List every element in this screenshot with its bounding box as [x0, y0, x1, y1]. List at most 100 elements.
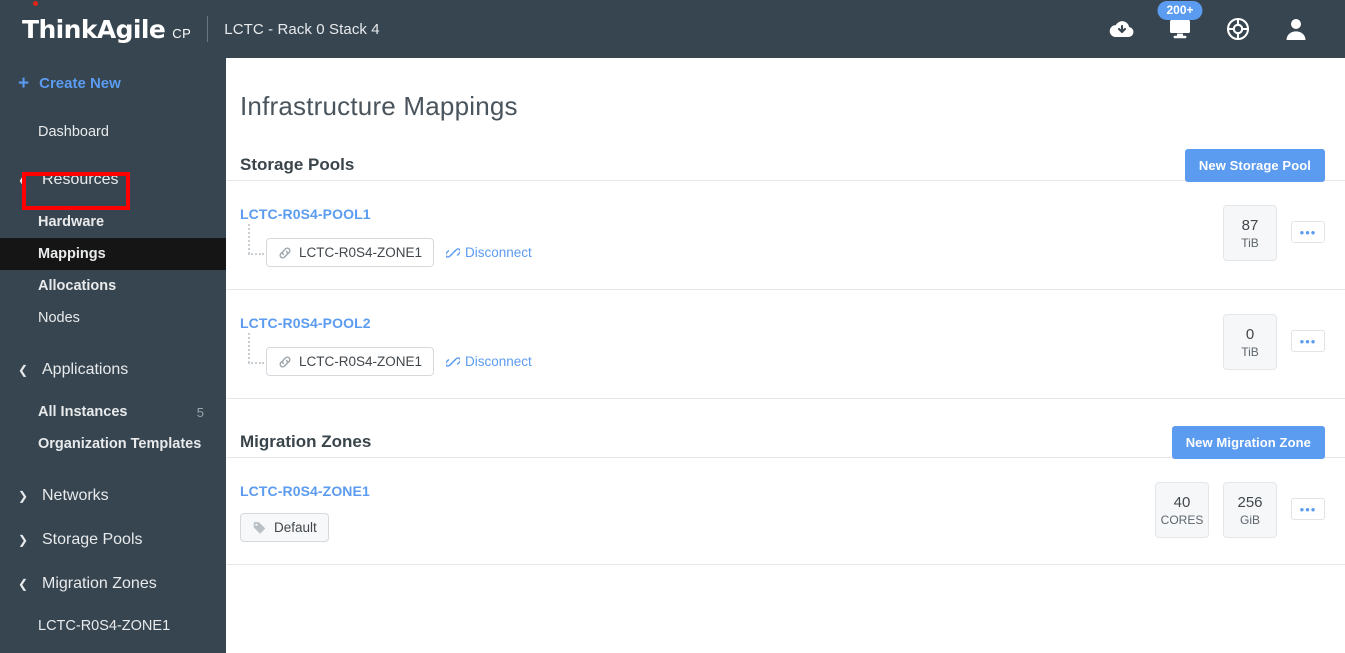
header-divider	[207, 16, 209, 42]
all-instances-count: 5	[196, 404, 204, 420]
tag-icon	[253, 521, 266, 534]
sidebar-item-label: Nodes	[38, 310, 80, 326]
row-stats: 87 TiB •••	[1223, 203, 1325, 261]
stat-value: 256	[1237, 493, 1263, 511]
disconnect-label: Disconnect	[465, 354, 532, 369]
monitor-notifications-icon[interactable]: 200+	[1157, 1, 1203, 45]
kebab-dots-icon: •••	[1299, 333, 1317, 349]
plus-icon: +	[18, 72, 30, 94]
cores-stat-box: 40 CORES	[1155, 482, 1209, 538]
sidebar-item-allocations[interactable]: Allocations	[0, 270, 226, 302]
row-stats: 40 CORES 256 GiB •••	[1155, 480, 1325, 538]
tree-connector-vertical	[248, 333, 250, 363]
divider	[226, 564, 1345, 565]
brand-logo[interactable]: ThinkAgile CP	[0, 1, 192, 44]
create-new-button[interactable]: + Create New	[0, 58, 226, 108]
chevron-down-icon: ❮	[18, 363, 29, 377]
sidebar-item-label: LCTC-R0S4-ZONE1	[38, 618, 171, 634]
sidebar-item-organization-templates[interactable]: Organization Templates	[0, 428, 226, 460]
storage-pools-section-header: Storage Pools New Storage Pool	[226, 122, 1345, 182]
sidebar-item-label: Dashboard	[38, 124, 109, 140]
sidebar-group-networks[interactable]: ❯ Networks	[0, 478, 226, 514]
migration-zone-chip[interactable]: LCTC-R0S4-ZONE1	[266, 238, 435, 267]
storage-pool-name-link[interactable]: LCTC-R0S4-POOL1	[240, 206, 1223, 222]
row-details: LCTC-R0S4-POOL2 LCTC-R0S4-ZONE1 Disconne…	[240, 312, 1223, 376]
sidebar-item-label: Mappings	[38, 246, 106, 262]
sidebar-group-label: Networks	[42, 487, 109, 504]
sidebar-item-nodes[interactable]: Nodes	[0, 302, 226, 334]
storage-pool-name-link[interactable]: LCTC-R0S4-POOL2	[240, 315, 1223, 331]
sidebar-item-mappings[interactable]: Mappings	[0, 238, 226, 270]
user-avatar-icon[interactable]	[1281, 13, 1311, 45]
sidebar-group-migration-zones[interactable]: ❮ Migration Zones	[0, 566, 226, 602]
section-title: Migration Zones	[240, 432, 372, 451]
lifebuoy-help-icon[interactable]	[1223, 13, 1253, 45]
chevron-right-icon: ❯	[18, 533, 29, 547]
sidebar-group-label: Migration Zones	[42, 575, 157, 592]
link-icon	[279, 356, 291, 367]
row-details: LCTC-R0S4-ZONE1 Default	[240, 480, 1155, 542]
disconnect-link[interactable]: Disconnect	[446, 354, 532, 369]
row-menu-button[interactable]: •••	[1291, 498, 1325, 520]
sidebar-item-hardware[interactable]: Hardware	[0, 206, 226, 238]
sidebar-item-all-instances[interactable]: All Instances 5	[0, 396, 226, 428]
top-header-bar: ThinkAgile CP LCTC - Rack 0 Stack 4 200+	[0, 0, 1345, 58]
stat-unit: TiB	[1241, 344, 1259, 359]
header-context-label: LCTC - Rack 0 Stack 4	[224, 20, 380, 38]
sidebar-item-label: Hardware	[38, 214, 105, 230]
new-migration-zone-button[interactable]: New Migration Zone	[1171, 425, 1325, 459]
section-title: Storage Pools	[240, 155, 355, 174]
broken-link-icon	[446, 247, 461, 258]
sidebar-nav: + Create New Dashboard ❮ Resources Hardw…	[0, 58, 226, 653]
stat-value: 0	[1245, 325, 1255, 343]
chip-label: LCTC-R0S4-ZONE1	[299, 245, 423, 260]
sidebar-group-label: Storage Pools	[42, 531, 143, 548]
migration-zone-chip[interactable]: LCTC-R0S4-ZONE1	[266, 347, 435, 376]
stat-value: 87	[1241, 216, 1259, 234]
sidebar-group-storage-pools[interactable]: ❯ Storage Pools	[0, 522, 226, 558]
sidebar-group-label: Applications	[42, 361, 129, 378]
sidebar-group-resources[interactable]: ❮ Resources	[0, 162, 226, 198]
brand-suffix: CP	[172, 25, 192, 41]
new-storage-pool-button[interactable]: New Storage Pool	[1184, 148, 1325, 182]
sidebar-item-label: Organization Templates	[38, 436, 202, 452]
sidebar-group-applications[interactable]: ❮ Applications	[0, 352, 226, 388]
sidebar-item-dashboard[interactable]: Dashboard	[0, 116, 226, 148]
row-menu-button[interactable]: •••	[1291, 330, 1325, 352]
migration-zone-name-link[interactable]: LCTC-R0S4-ZONE1	[240, 483, 1155, 499]
kebab-dots-icon: •••	[1299, 501, 1317, 517]
memory-stat-box: 256 GiB	[1223, 482, 1277, 538]
default-tag-chip[interactable]: Default	[240, 513, 329, 542]
capacity-stat-box: 87 TiB	[1223, 205, 1277, 261]
chip-label: LCTC-R0S4-ZONE1	[299, 354, 423, 369]
stat-unit: GiB	[1239, 512, 1260, 527]
disconnect-link[interactable]: Disconnect	[446, 245, 532, 260]
disconnect-label: Disconnect	[465, 245, 532, 260]
cloud-download-icon[interactable]	[1107, 13, 1137, 45]
sidebar-group-label: Resources	[42, 171, 119, 188]
migration-zone-row: LCTC-R0S4-ZONE1 Default 40 CORES 256 GiB	[226, 458, 1345, 564]
page-title: Infrastructure Mappings	[240, 91, 518, 121]
chevron-down-icon: ❮	[18, 577, 29, 591]
migration-zones-section-header: Migration Zones New Migration Zone	[226, 399, 1345, 459]
chip-label: Default	[274, 520, 317, 535]
sidebar-item-label: All Instances	[38, 404, 128, 420]
brand-name: ThinkAgile	[22, 14, 166, 44]
row-details: LCTC-R0S4-POOL1 LCTC-R0S4-ZONE1 Disconne…	[240, 203, 1223, 267]
chevron-right-icon: ❯	[18, 489, 29, 503]
stat-unit: CORES	[1160, 512, 1204, 527]
tree-connector-vertical	[248, 224, 250, 254]
capacity-stat-box: 0 TiB	[1223, 314, 1277, 370]
link-icon	[279, 247, 291, 258]
row-stats: 0 TiB •••	[1223, 312, 1325, 370]
kebab-dots-icon: •••	[1299, 224, 1317, 240]
main-content: Infrastructure Mappings Storage Pools Ne…	[226, 58, 1345, 653]
stat-value: 40	[1173, 493, 1191, 511]
row-menu-button[interactable]: •••	[1291, 221, 1325, 243]
tree-connector-horizontal	[248, 253, 264, 255]
zone-mapping-line: LCTC-R0S4-ZONE1 Disconnect	[240, 224, 1223, 267]
sidebar-item-lctc-r0s4-zone1[interactable]: LCTC-R0S4-ZONE1	[0, 610, 226, 642]
zone-tag-line: Default	[240, 513, 1155, 542]
tree-connector-horizontal	[248, 362, 264, 364]
header-icon-group: 200+	[1107, 1, 1345, 45]
